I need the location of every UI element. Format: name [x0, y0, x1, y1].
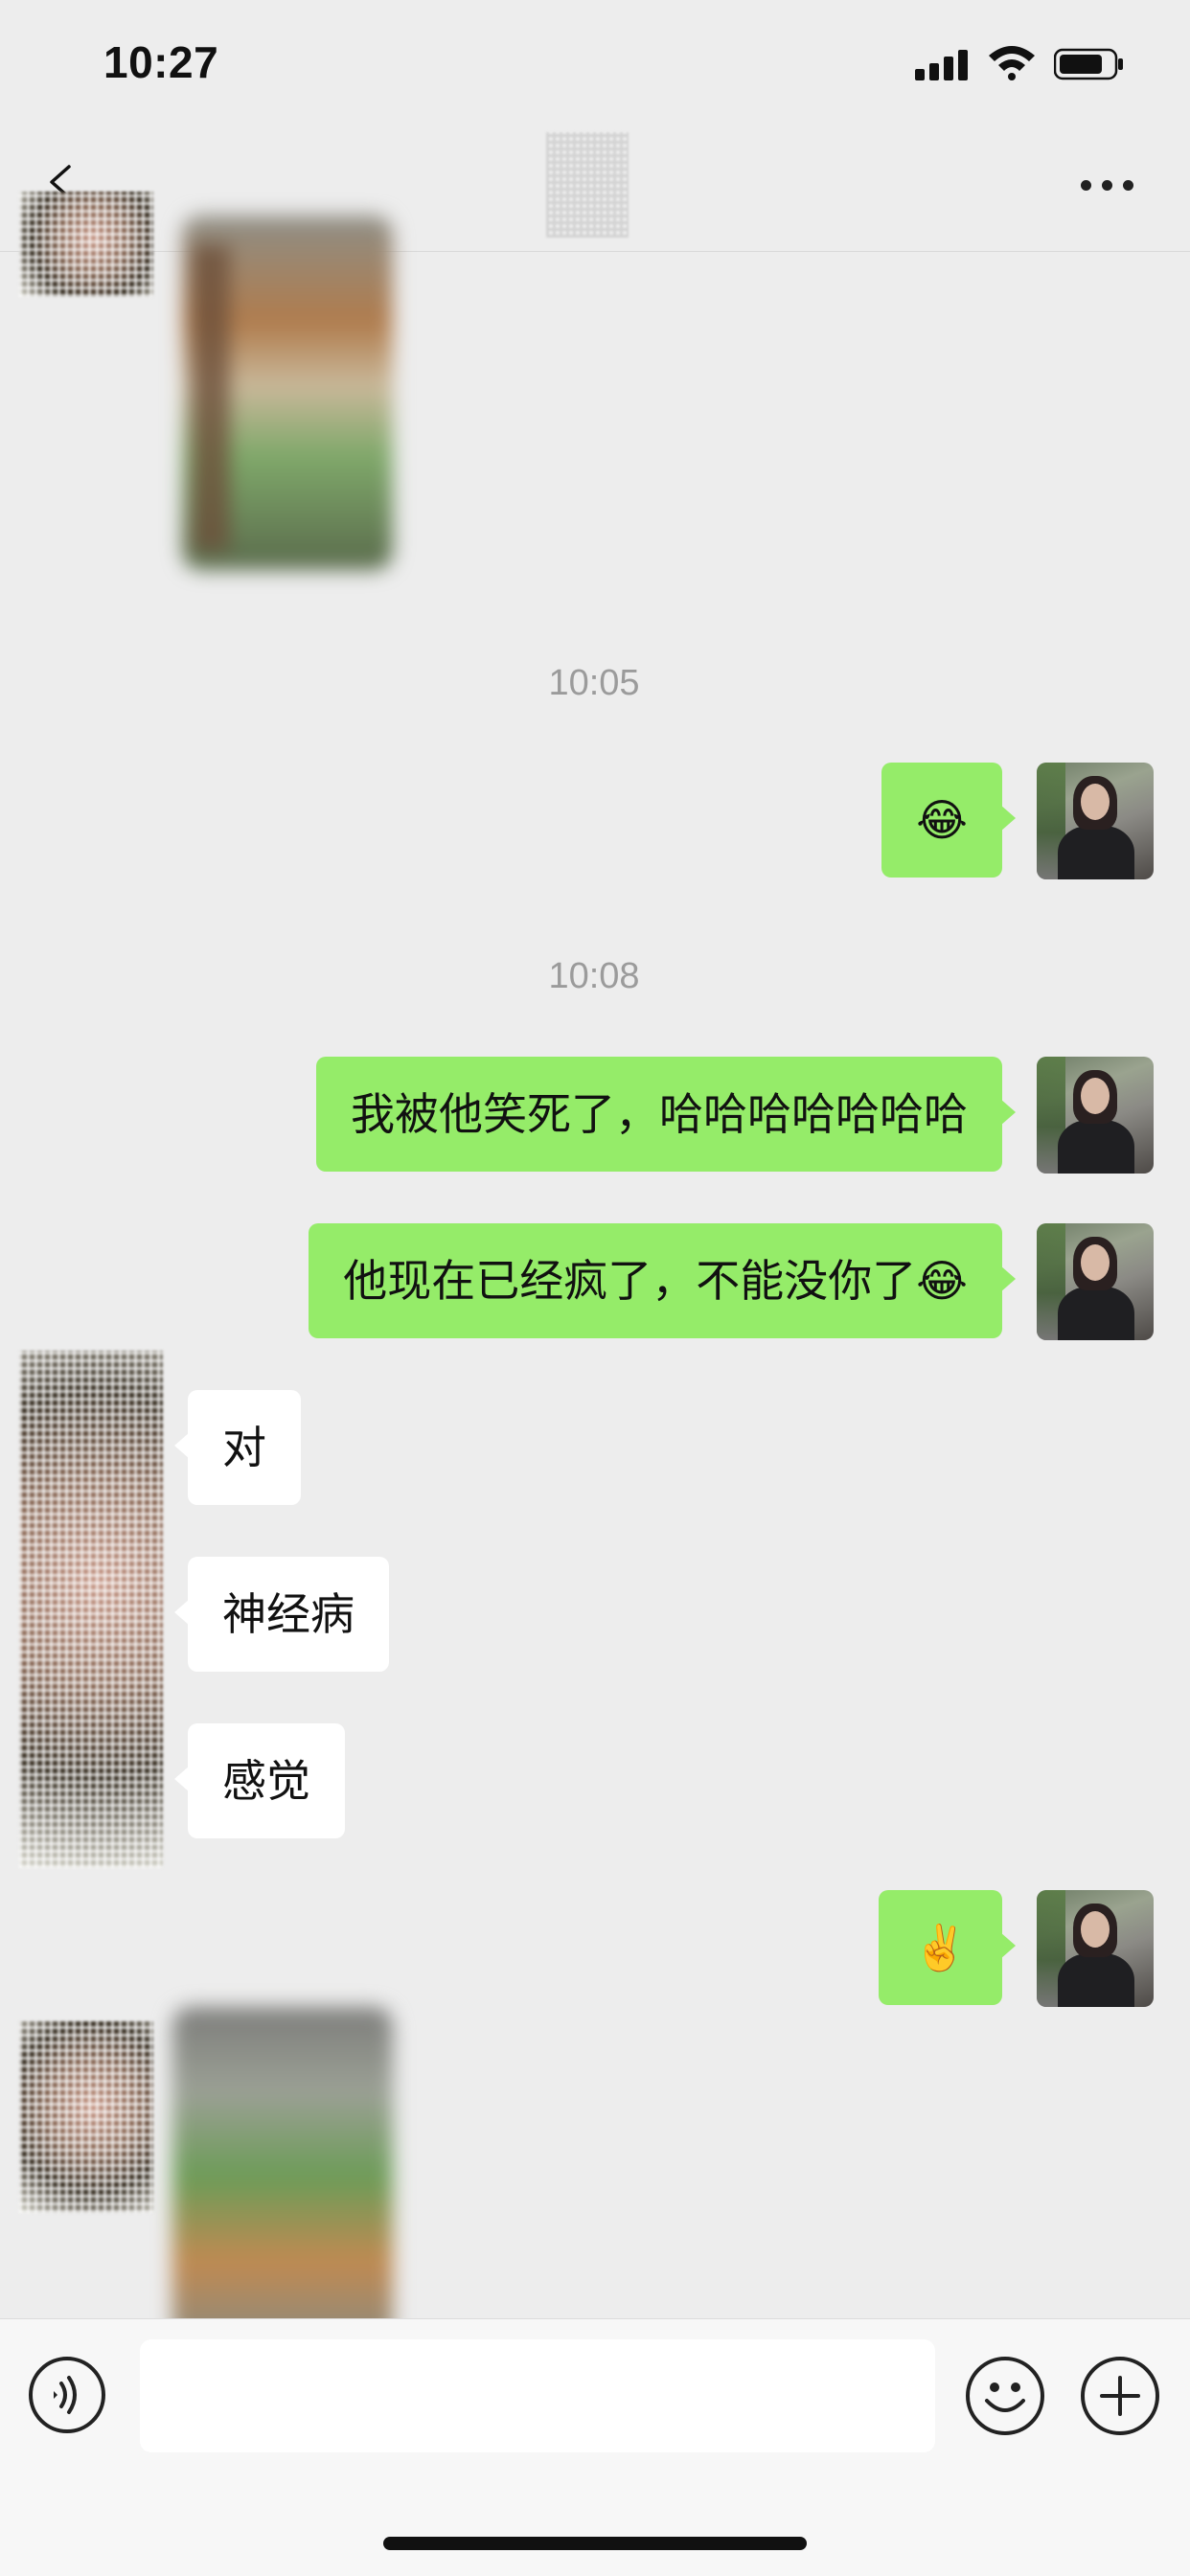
my-message-bubble[interactable]: 我被他笑死了，哈哈哈哈哈哈哈	[316, 1057, 1016, 1172]
my-avatar[interactable]	[1037, 1057, 1154, 1174]
my-avatar[interactable]	[1037, 1223, 1154, 1340]
chat-title-blurred	[546, 132, 629, 238]
contact-avatar[interactable]	[19, 192, 153, 297]
my-message-bubble[interactable]: 他现在已经疯了，不能没你了😂	[309, 1223, 1016, 1338]
my-message-bubble[interactable]: ✌️	[878, 1890, 1017, 2005]
message-input[interactable]	[140, 2339, 935, 2452]
battery-icon	[1054, 48, 1123, 80]
timestamp: 10:05	[548, 663, 640, 703]
my-avatar[interactable]	[1037, 763, 1154, 879]
contact-message-bubble[interactable]: 对	[174, 1390, 301, 1505]
status-time: 10:27	[103, 37, 219, 87]
plus-icon[interactable]	[1081, 2357, 1159, 2435]
contact-message-bubble[interactable]: 神经病	[174, 1557, 389, 1672]
contact-avatar[interactable]	[19, 2021, 153, 2213]
image-message[interactable]	[172, 2007, 393, 2347]
image-message[interactable]	[182, 216, 393, 570]
timestamp: 10:08	[548, 956, 640, 996]
voice-icon[interactable]	[29, 2357, 105, 2433]
wifi-icon	[989, 46, 1035, 80]
more-dots-icon[interactable]	[1081, 180, 1138, 195]
cellular-signal-icon	[915, 50, 969, 80]
my-avatar[interactable]	[1037, 1890, 1154, 2007]
my-message-bubble[interactable]: 😂	[881, 763, 1016, 878]
home-indicator[interactable]	[383, 2537, 807, 2550]
contact-message-bubble[interactable]: 感觉	[174, 1723, 345, 1838]
contact-avatar[interactable]	[19, 1351, 163, 1868]
emoji-icon[interactable]	[966, 2357, 1044, 2435]
